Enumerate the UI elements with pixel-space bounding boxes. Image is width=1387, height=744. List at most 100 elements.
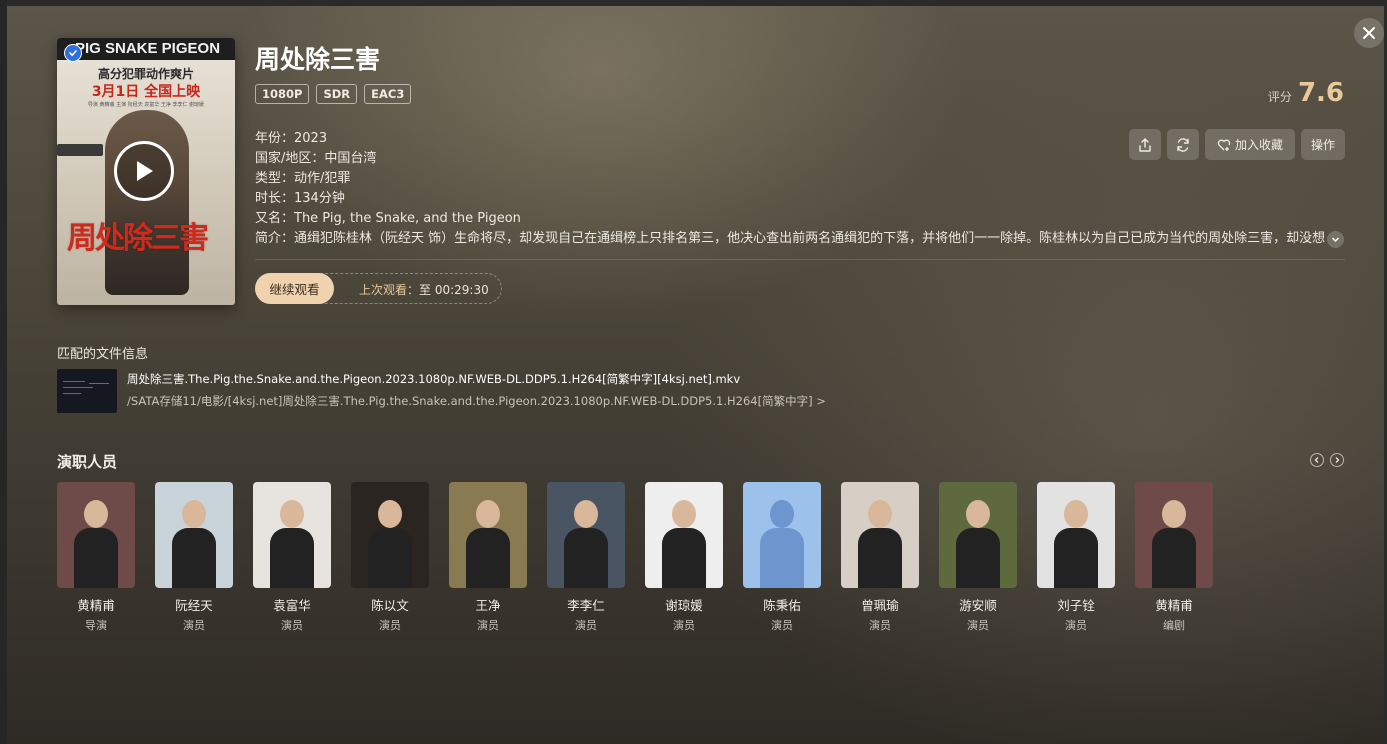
- cast-list: 黄精甫 导演 阮经天 演员 袁富华 演员 陈以文 演员 王净 演员 李李仁 演员 谢琼媛 演员 陈秉佑 演员曾…: [57, 482, 1213, 633]
- cast-card[interactable]: 黄精甫 导演: [57, 482, 135, 633]
- cast-role: 导演: [85, 619, 107, 632]
- cast-role: 演员: [673, 619, 695, 632]
- cast-card[interactable]: 曾珮瑜 演员: [841, 482, 919, 633]
- cast-next-button[interactable]: [1330, 453, 1344, 467]
- cast-name: 陈以文: [371, 598, 409, 613]
- cast-role: 演员: [967, 619, 989, 632]
- cast-card[interactable]: 陈以文 演员: [351, 482, 429, 633]
- cast-photo: [939, 482, 1017, 588]
- cast-photo: [743, 482, 821, 588]
- cast-card[interactable]: 陈秉佑 演员: [743, 482, 821, 633]
- close-icon: [1363, 27, 1375, 39]
- cast-name: 黄精甫: [77, 598, 115, 613]
- audio-badge: EAC3: [364, 84, 412, 104]
- movie-info: 年份：2023 国家/地区：中国台湾 类型：动作/犯罪 时长：134分钟 又名：…: [255, 129, 521, 229]
- cast-card[interactable]: 游安顺 演员: [939, 482, 1017, 633]
- cast-role: 编剧: [1163, 619, 1185, 632]
- cast-role: 演员: [477, 619, 499, 632]
- expand-summary-button[interactable]: [1327, 231, 1344, 248]
- cast-name: 游安顺: [959, 598, 997, 613]
- cast-photo: [57, 482, 135, 588]
- file-section-title: 匹配的文件信息: [57, 347, 149, 362]
- info-alias: 又名：The Pig, the Snake, and the Pigeon: [255, 211, 521, 226]
- poster-release: 3月1日 全国上映: [91, 84, 201, 100]
- cast-role: 演员: [771, 619, 793, 632]
- add-favorite-button[interactable]: 加入收藏: [1205, 129, 1295, 160]
- last-watched-time: 至 00:29:30: [419, 283, 489, 297]
- rating: 评分 7.6: [1268, 78, 1344, 108]
- share-icon: [1139, 137, 1151, 152]
- cast-name: 黄精甫: [1155, 598, 1193, 613]
- refresh-button[interactable]: [1167, 129, 1199, 160]
- close-button[interactable]: [1354, 18, 1384, 48]
- cast-card[interactable]: 李李仁 演员: [547, 482, 625, 633]
- cast-photo: [841, 482, 919, 588]
- cast-name: 谢琼媛: [665, 598, 703, 613]
- cast-name: 阮经天: [175, 598, 213, 613]
- cast-name: 李李仁: [567, 598, 605, 613]
- info-duration: 时长：134分钟: [255, 191, 345, 206]
- cast-card[interactable]: 阮经天 演员: [155, 482, 233, 633]
- resolution-badge: 1080P: [255, 84, 310, 104]
- poster-brand-text: PIG SNAKE PIGEON: [75, 40, 221, 57]
- info-genre: 类型：动作/犯罪: [255, 171, 351, 186]
- info-divider: [255, 259, 1345, 260]
- cast-card[interactable]: 王净 演员: [449, 482, 527, 633]
- poster-title-art: 周处除三害: [67, 221, 209, 256]
- rating-label: 评分: [1267, 90, 1292, 104]
- chevron-down-icon: [1332, 237, 1339, 242]
- cast-prev-button[interactable]: [1310, 453, 1324, 467]
- hdr-badge: SDR: [316, 84, 358, 104]
- chevron-left-icon: [1314, 457, 1319, 463]
- add-favorite-label: 加入收藏: [1234, 138, 1283, 152]
- cast-card[interactable]: 袁富华 演员: [253, 482, 331, 633]
- share-button[interactable]: [1129, 129, 1161, 160]
- cast-photo: [155, 482, 233, 588]
- file-path-link[interactable]: /SATA存储11/电影/[4ksj.net]周处除三害.The.Pig.the…: [127, 393, 826, 409]
- poster-credits: 导演 黄精甫 主演 阮经天 袁富华 王净 李李仁 谢琼媛: [87, 102, 205, 108]
- cast-role: 演员: [183, 619, 205, 632]
- cast-role: 演员: [379, 619, 401, 632]
- info-year: 年份：2023: [255, 131, 328, 146]
- operations-button[interactable]: 操作: [1301, 129, 1345, 160]
- cast-section-title: 演职人员: [57, 453, 118, 471]
- cast-name: 曾珮瑜: [861, 598, 899, 613]
- file-thumbnail[interactable]: [57, 369, 117, 413]
- cast-card[interactable]: 刘子铨 演员: [1037, 482, 1115, 633]
- poster-gun-graphic: [57, 144, 103, 156]
- operations-label: 操作: [1310, 138, 1335, 152]
- last-watched: 上次观看：至 00:29:30: [359, 281, 489, 298]
- cast-photo: [1135, 482, 1213, 588]
- window-left-edge: [0, 0, 7, 744]
- cast-card[interactable]: 黄精甫 编剧: [1135, 482, 1213, 633]
- refresh-icon: [1177, 137, 1189, 152]
- heart-plus-icon: [1217, 139, 1231, 151]
- cast-photo: [547, 482, 625, 588]
- cast-role: 演员: [869, 619, 891, 632]
- cast-photo: [1037, 482, 1115, 588]
- movie-title: 周处除三害: [255, 45, 381, 74]
- verified-check-icon: [64, 44, 82, 62]
- cast-name: 王净: [475, 598, 501, 613]
- cast-role: 演员: [281, 619, 303, 632]
- cast-name: 陈秉佑: [763, 598, 801, 613]
- play-button[interactable]: [114, 141, 174, 201]
- rating-value: 7.6: [1297, 78, 1344, 108]
- continue-watching-button[interactable]: 继续观看: [255, 273, 334, 304]
- action-bar: 加入收藏 操作: [1129, 129, 1345, 160]
- cast-role: 演员: [1065, 619, 1087, 632]
- poster-figure-graphic: [105, 110, 189, 295]
- file-name: 周处除三害.The.Pig.the.Snake.and.the.Pigeon.2…: [127, 372, 741, 386]
- cast-photo: [645, 482, 723, 588]
- window-top-bar: [0, 0, 1387, 6]
- cast-photo: [351, 482, 429, 588]
- movie-summary: 简介：通缉犯陈桂林（阮经天 饰）生命将尽，却发现自己在通缉榜上只排名第三，他决心…: [255, 231, 1326, 246]
- quality-badges: 1080P SDR EAC3: [255, 84, 412, 104]
- last-watched-label: 上次观看：: [359, 283, 420, 297]
- cast-card[interactable]: 谢琼媛 演员: [645, 482, 723, 633]
- cast-name: 袁富华: [273, 598, 311, 613]
- cast-photo: [449, 482, 527, 588]
- chevron-right-icon: [1335, 457, 1340, 463]
- cast-photo: [253, 482, 331, 588]
- cast-role: 演员: [575, 619, 597, 632]
